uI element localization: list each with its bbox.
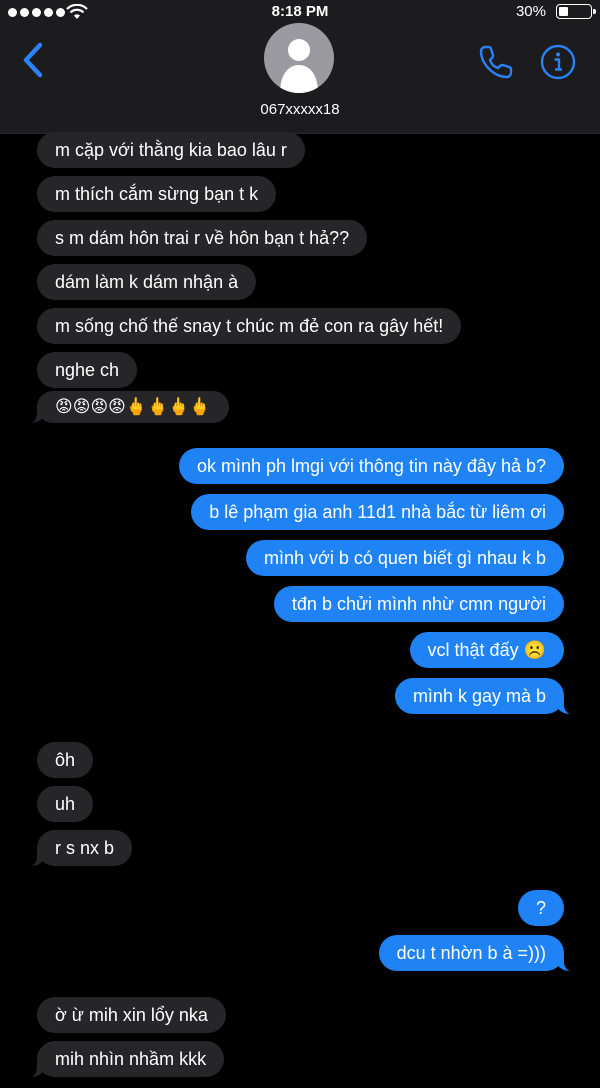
battery-percentage: 30% [515, 3, 546, 20]
sent-message-bubble[interactable]: tđn b chửi mình nhừ cmn người [273, 586, 564, 622]
received-message-bubble[interactable]: m sống chố thế snay t chúc m đẻ con ra g… [37, 308, 462, 344]
status-bar: 8:18 PM 30% [0, 0, 600, 24]
message-list[interactable]: m cặp với thằng kia bao lâu r m thích cắ… [0, 132, 600, 1088]
received-message-bubble[interactable]: r s nx b [25, 830, 133, 867]
received-emoji-bubble[interactable]: 😡😡😡😡🖕🖕🖕🖕 [26, 391, 229, 424]
sent-message-bubble[interactable]: mình với b có quen biết gì nhau k b [246, 540, 564, 576]
sent-message-bubble[interactable]: dcu t nhờn b à =))) [378, 935, 576, 972]
person-silhouette-icon [280, 39, 318, 93]
received-message-bubble[interactable]: s m dám hôn trai r về hôn bạn t hả?? [37, 220, 368, 256]
info-icon[interactable] [539, 43, 577, 81]
phone-icon[interactable] [476, 42, 516, 82]
sent-message-bubble[interactable]: b lê phạm gia anh 11d1 nhà bắc từ liêm ơ… [191, 494, 564, 530]
sent-message-bubble[interactable]: mình k gay mà b [394, 678, 576, 715]
received-message-bubble[interactable]: m cặp với thằng kia bao lâu r [37, 132, 305, 168]
back-chevron-icon[interactable] [18, 40, 50, 80]
sent-message-bubble[interactable]: ok mình ph lmgi với thông tin này đây hả… [178, 448, 564, 484]
battery-icon [556, 4, 596, 19]
received-message-bubble[interactable]: uh [37, 786, 94, 822]
received-message-bubble[interactable]: m thích cắm sừng bạn t k [37, 176, 277, 212]
received-message-bubble[interactable]: mih nhìn nhầm kkk [25, 1041, 225, 1078]
contact-avatar[interactable] [264, 23, 334, 93]
sent-message-bubble[interactable]: vcl thật đấy ☹️ [409, 632, 564, 668]
sent-message-bubble[interactable]: ? [517, 890, 564, 926]
received-message-bubble[interactable]: dám làm k dám nhận à [37, 264, 257, 300]
conversation-header: 8:18 PM 30% 067xxxxx18 [0, 0, 600, 134]
received-message-bubble[interactable]: ôh [37, 742, 94, 778]
received-message-bubble[interactable]: nghe ch [37, 352, 138, 388]
received-message-bubble[interactable]: ờ ừ mih xin lổy nka [37, 997, 226, 1033]
status-time: 8:18 PM [271, 3, 329, 20]
contact-name[interactable]: 067xxxxx18 [0, 101, 600, 118]
